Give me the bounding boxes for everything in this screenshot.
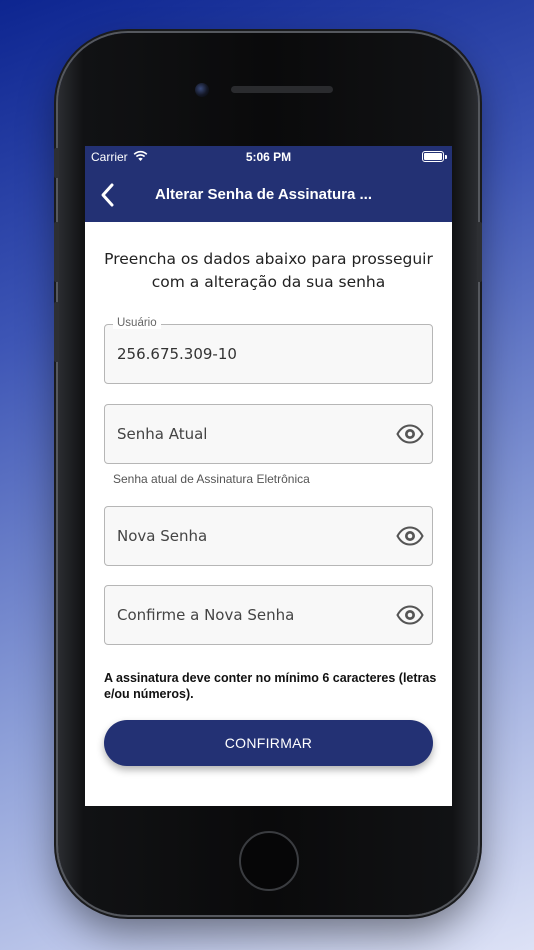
app-bar: Carrier 5:06 PM Alterar Senha de Assinat… <box>85 146 452 222</box>
confirme-senha-input[interactable]: Confirme a Nova Senha <box>104 585 433 645</box>
eye-icon[interactable] <box>396 422 424 446</box>
senha-atual-placeholder: Senha Atual <box>117 425 208 443</box>
home-button[interactable] <box>239 831 299 891</box>
password-requirement-note: A assinatura deve conter no mínimo 6 car… <box>104 671 437 701</box>
confirme-senha-placeholder: Confirme a Nova Senha <box>117 606 295 624</box>
app-screen: Carrier 5:06 PM Alterar Senha de Assinat… <box>85 146 452 806</box>
nova-senha-input[interactable]: Nova Senha <box>104 506 433 566</box>
senha-atual-input[interactable]: Senha Atual <box>104 404 433 464</box>
usuario-value: 256.675.309-10 <box>117 345 237 363</box>
chevron-left-icon <box>101 183 114 207</box>
front-camera <box>195 83 209 97</box>
usuario-field[interactable]: Usuário 256.675.309-10 <box>104 317 433 384</box>
status-time: 5:06 PM <box>245 150 292 164</box>
eye-icon[interactable] <box>396 603 424 627</box>
senha-atual-helper: Senha atual de Assinatura Eletrônica <box>113 472 310 486</box>
volume-up-button <box>54 222 59 282</box>
status-bar: Carrier 5:06 PM <box>85 146 452 168</box>
eye-icon[interactable] <box>396 524 424 548</box>
confirm-button[interactable]: CONFIRMAR <box>104 720 433 766</box>
power-button <box>477 222 482 282</box>
usuario-label: Usuário <box>113 317 161 329</box>
back-button[interactable] <box>97 182 119 208</box>
speaker-grille <box>231 86 333 93</box>
volume-down-button <box>54 302 59 362</box>
page-title: Alterar Senha de Assinatura ... <box>155 186 373 203</box>
form-content: Preencha os dados abaixo para prosseguir… <box>85 222 452 806</box>
battery-icon <box>422 151 447 162</box>
nova-senha-placeholder: Nova Senha <box>117 527 208 545</box>
mute-switch <box>54 148 59 178</box>
instructions-text: Preencha os dados abaixo para prosseguir… <box>104 250 433 291</box>
